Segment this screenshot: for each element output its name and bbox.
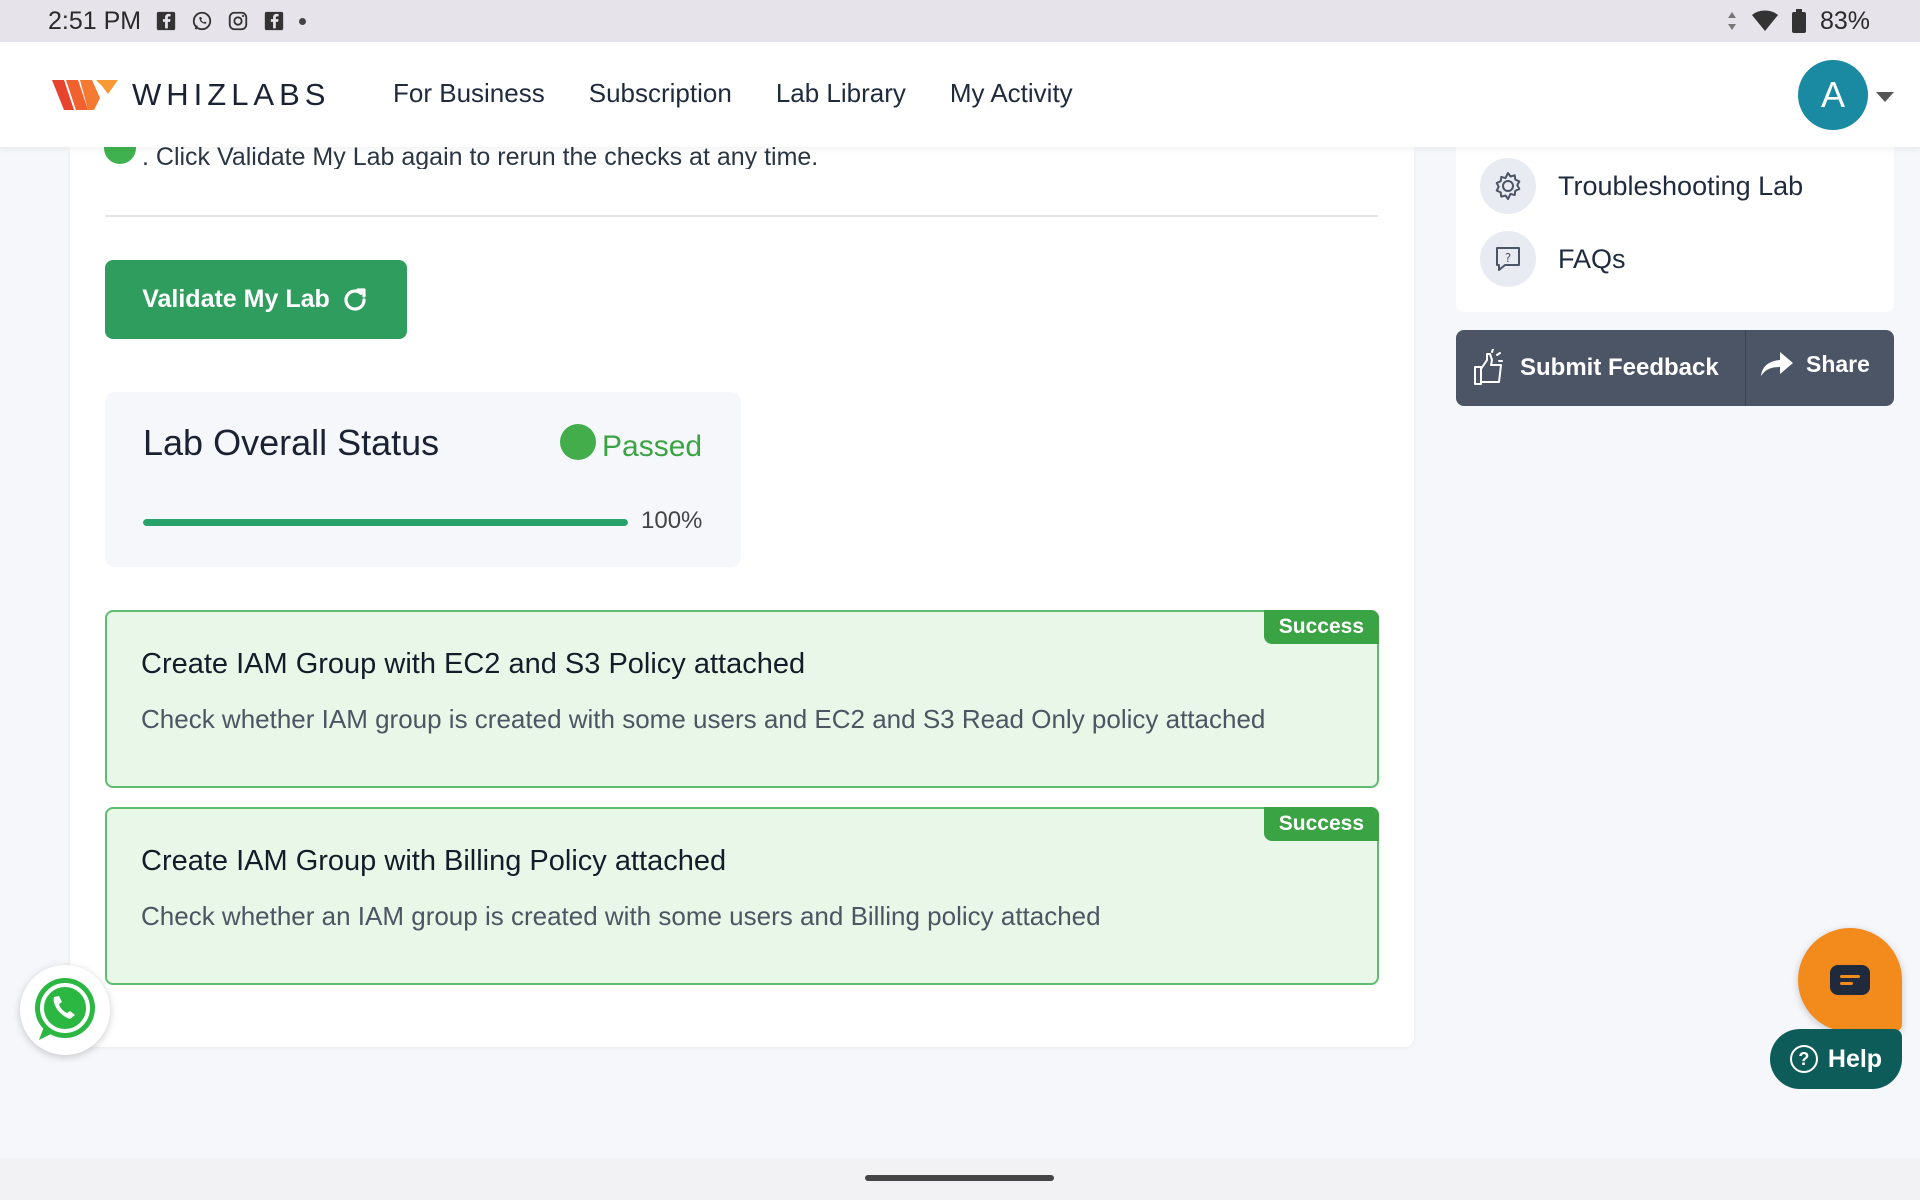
lab-help-links: Troubleshooting Lab ? FAQs — [1456, 147, 1894, 312]
wifi-icon — [1751, 10, 1778, 31]
instruction-text: . Click Validate My Lab again to rerun t… — [142, 145, 819, 169]
validate-my-lab-button[interactable]: Validate My Lab — [105, 260, 407, 339]
share-label: Share — [1806, 350, 1870, 377]
whatsapp-icon — [35, 978, 95, 1040]
question-chat-icon: ? — [1480, 231, 1536, 287]
battery-percent: 83% — [1819, 6, 1870, 35]
main-nav: For Business Subscription Lab Library My… — [393, 78, 1073, 109]
live-chat-button[interactable] — [1798, 928, 1902, 1032]
check-card: Success Create IAM Group with EC2 and S3… — [105, 610, 1379, 788]
whatsapp-icon — [192, 11, 212, 31]
user-avatar[interactable]: A — [1798, 60, 1868, 130]
data-arrows-icon — [1727, 12, 1736, 30]
feedback-share-bar: Submit Feedback Share — [1456, 330, 1894, 406]
sidebar-item-troubleshooting[interactable]: Troubleshooting Lab — [1480, 158, 1803, 214]
lab-overall-status-box: Lab Overall Status Passed 100% — [105, 392, 741, 567]
check-card: Success Create IAM Group with Billing Po… — [105, 807, 1379, 985]
nav-subscription[interactable]: Subscription — [589, 78, 732, 109]
help-label: Help — [1827, 1044, 1883, 1073]
system-status-bar: 2:51 PM 83% — [0, 0, 1920, 42]
status-time: 2:51 PM — [48, 6, 142, 35]
battery-icon — [1791, 9, 1806, 33]
progress-fill — [143, 519, 628, 526]
status-dot-icon — [104, 145, 136, 164]
top-navbar: WHIZLABS For Business Subscription Lab L… — [0, 42, 1920, 147]
check-title: Create IAM Group with EC2 and S3 Policy … — [141, 648, 806, 680]
gear-icon — [1480, 158, 1536, 214]
question-circle-icon: ? — [1789, 1045, 1818, 1073]
facebook-icon — [264, 11, 284, 31]
thumbs-up-icon — [1474, 349, 1503, 385]
sidebar-item-faqs[interactable]: ? FAQs — [1480, 231, 1626, 287]
nav-for-business[interactable]: For Business — [393, 78, 545, 109]
overall-status-title: Lab Overall Status — [143, 422, 440, 463]
check-title: Create IAM Group with Billing Policy att… — [141, 845, 727, 877]
help-button[interactable]: ? Help — [1770, 1029, 1902, 1089]
whatsapp-chat-button[interactable] — [20, 965, 110, 1055]
home-indicator[interactable] — [865, 1175, 1054, 1181]
whizlabs-logo-mark-icon — [52, 80, 118, 110]
chat-bubble-icon — [1830, 965, 1870, 995]
sidebar-item-label: Troubleshooting Lab — [1558, 170, 1804, 201]
overall-progress-bar — [143, 519, 628, 526]
check-description: Check whether IAM group is created with … — [141, 704, 1266, 734]
brand-name: WHIZLABS — [132, 77, 331, 112]
whizlabs-logo[interactable]: WHIZLABS — [52, 76, 330, 114]
submit-feedback-button[interactable]: Submit Feedback — [1456, 330, 1746, 406]
more-notifications-dot — [299, 17, 307, 25]
nav-my-activity[interactable]: My Activity — [950, 78, 1073, 109]
progress-percent: 100% — [641, 507, 703, 534]
passed-dot-icon — [560, 424, 596, 460]
status-badge: Success — [1263, 807, 1379, 841]
validate-button-label: Validate My Lab — [142, 285, 330, 313]
share-arrow-icon — [1761, 352, 1793, 376]
passed-label: Passed — [602, 430, 703, 463]
check-description: Check whether an IAM group is created wi… — [141, 901, 1101, 931]
nav-lab-library[interactable]: Lab Library — [776, 78, 906, 109]
lab-validation-panel: . Click Validate My Lab again to rerun t… — [70, 145, 1414, 1047]
svg-text:?: ? — [1505, 251, 1511, 265]
instruction-line: . Click Validate My Lab again to rerun t… — [104, 145, 818, 169]
refresh-icon — [344, 287, 366, 311]
divider — [105, 215, 1378, 217]
passed-indicator: Passed — [560, 420, 702, 464]
status-badge: Success — [1263, 610, 1379, 644]
facebook-icon — [156, 11, 176, 31]
chevron-down-icon[interactable] — [1876, 92, 1894, 102]
sidebar-item-label: FAQs — [1558, 243, 1626, 274]
share-button[interactable]: Share — [1746, 322, 1894, 406]
instagram-icon — [228, 11, 248, 31]
submit-feedback-label: Submit Feedback — [1520, 354, 1719, 381]
